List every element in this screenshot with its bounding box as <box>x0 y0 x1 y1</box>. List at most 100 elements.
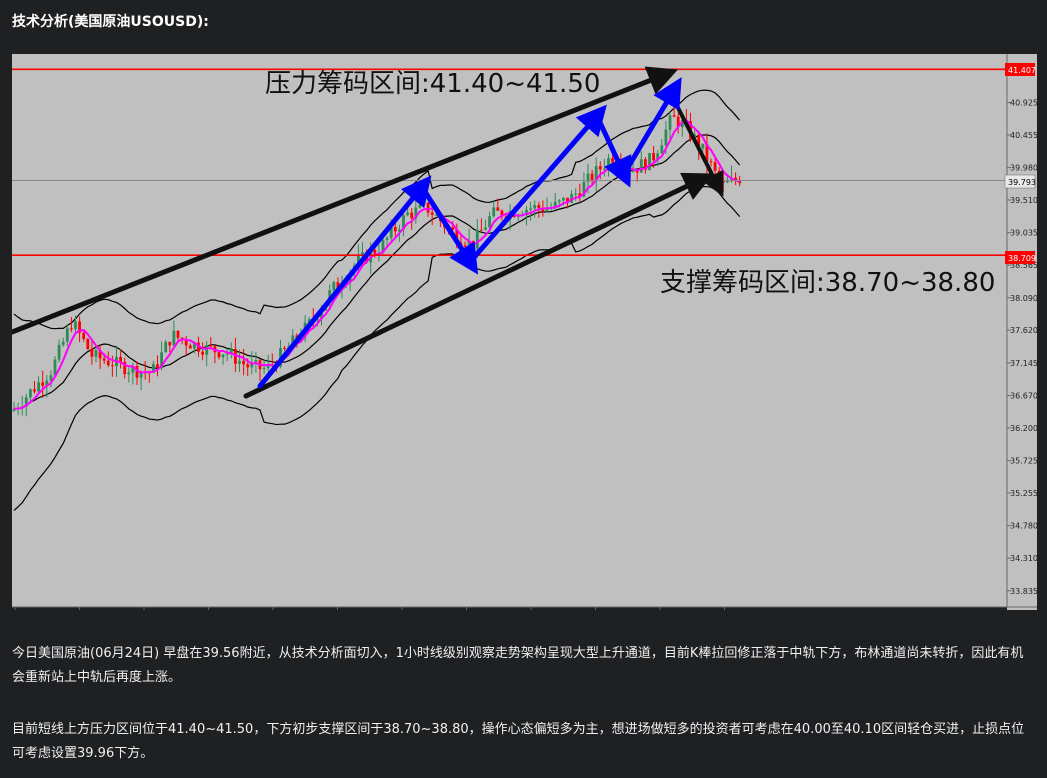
candle-body <box>283 348 286 350</box>
analysis-paragraph-1: 今日美国原油(06月24日) 早盘在39.56附近，从技术分析面切入，1小时线级… <box>12 646 1024 685</box>
analysis-paragraph-2: 目前短线上方压力区间位于41.40~41.50，下方初步支撑区间于38.70~3… <box>12 722 1025 761</box>
candle-body <box>488 216 491 228</box>
candle-body <box>127 372 131 375</box>
candle-body <box>529 208 532 210</box>
candle-body <box>496 207 500 211</box>
candle-body <box>70 328 73 330</box>
candle-body <box>90 349 94 357</box>
candle-body <box>406 212 409 216</box>
candle-body <box>603 168 606 170</box>
candle-body <box>74 321 77 330</box>
candle-body <box>426 202 430 213</box>
svg-text:41.407: 41.407 <box>1008 66 1036 75</box>
resistance-price-tag: 41.407 <box>1005 63 1036 76</box>
candle-body <box>246 364 250 368</box>
candle-body <box>176 330 180 338</box>
candle-body <box>713 162 717 171</box>
candle-body <box>164 341 168 353</box>
y-tick-label: 34.310 <box>1010 554 1037 563</box>
candle-body <box>385 237 389 240</box>
page-title: 技术分析(美国原油USOUSD): <box>12 14 209 30</box>
y-tick-label: 36.670 <box>1010 392 1037 401</box>
y-tick-label: 39.980 <box>1010 164 1037 173</box>
y-tick-label: 39.510 <box>1010 196 1037 205</box>
y-tick-label: 33.835 <box>1010 587 1037 596</box>
candle-body <box>562 197 565 201</box>
candle-body <box>106 360 110 366</box>
candle-body <box>652 153 655 161</box>
y-tick-label: 39.035 <box>1010 229 1037 238</box>
support-annotation: 支撑筹码区间:38.70~38.80 <box>660 268 995 298</box>
candle-body <box>672 115 676 117</box>
candle-body <box>701 143 705 149</box>
candle-body <box>709 161 713 163</box>
candle-body <box>65 328 69 342</box>
candle-body <box>418 204 422 208</box>
candle-body <box>574 193 578 195</box>
y-tick-label: 36.200 <box>1010 424 1037 433</box>
candle-body <box>201 351 204 355</box>
candle-body <box>717 170 721 181</box>
candle-body <box>373 249 377 254</box>
candle-body <box>57 344 61 360</box>
candle-body <box>111 365 114 367</box>
y-tick-label: 40.455 <box>1010 131 1037 140</box>
y-tick-label: 35.725 <box>1010 457 1037 466</box>
y-tick-label: 37.620 <box>1010 326 1037 335</box>
candle-body <box>533 204 537 209</box>
svg-text:38.709: 38.709 <box>1008 254 1036 263</box>
candle-body <box>188 345 192 349</box>
candle-body <box>262 368 266 370</box>
candle-body <box>41 382 45 386</box>
candle-body <box>217 352 221 358</box>
candle-body <box>639 159 643 173</box>
candle-body <box>648 153 651 171</box>
candle-body <box>209 345 213 347</box>
candle-body <box>29 389 32 398</box>
candle-body <box>61 341 65 345</box>
candle-body <box>475 229 479 249</box>
svg-text:39.793: 39.793 <box>1008 178 1036 187</box>
candle-body <box>33 389 36 392</box>
candle-body <box>86 339 90 350</box>
candle-body <box>668 115 672 130</box>
candle-body <box>393 227 397 232</box>
candle-body <box>631 170 635 172</box>
candle-body <box>611 158 614 163</box>
chart-svg: 40.92540.45539.98039.51039.03538.56538.0… <box>9 54 1038 620</box>
candle-body <box>430 212 434 215</box>
candle-body <box>422 202 426 205</box>
candle-body <box>492 207 496 217</box>
candle-body <box>557 200 561 202</box>
candle-body <box>172 330 176 346</box>
candle-body <box>221 354 225 358</box>
candle-body <box>94 350 98 357</box>
candle-body <box>664 129 668 146</box>
candle-body <box>598 166 602 170</box>
y-tick-label: 35.255 <box>1010 489 1037 498</box>
candle-body <box>726 181 729 183</box>
candle-body <box>463 245 467 247</box>
candle-body <box>102 358 106 361</box>
y-tick-label: 37.145 <box>1010 359 1037 368</box>
resistance-annotation: 压力筹码区间:41.40~41.50 <box>265 69 600 99</box>
y-tick-label: 34.780 <box>1010 522 1037 531</box>
candle-body <box>82 332 86 340</box>
candle-body <box>205 345 209 355</box>
candle-body <box>332 282 336 291</box>
candle-body <box>156 364 159 368</box>
candle-body <box>238 360 241 364</box>
candle-body <box>480 229 483 231</box>
candle-body <box>410 212 414 219</box>
candle-body <box>590 173 594 181</box>
candle-body <box>37 382 40 392</box>
current-price-tag: 39.793 <box>1004 174 1036 189</box>
candle-body <box>660 145 664 154</box>
y-tick-label: 40.925 <box>1010 99 1037 108</box>
candle-body <box>484 227 487 230</box>
y-tick-label: 38.090 <box>1010 294 1037 303</box>
candle-body <box>242 360 245 365</box>
price-chart: 40.925 40.455 39.980 39.510 39.035 38.565 38.0… <box>9 54 1038 620</box>
candle-body <box>537 204 541 209</box>
candle-body <box>168 341 172 346</box>
